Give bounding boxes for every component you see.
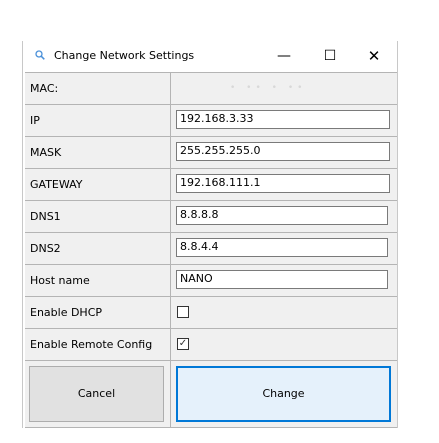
dns2-label: DNS2: [30, 242, 61, 255]
column-divider: [170, 265, 171, 296]
gateway-label: GATEWAY: [30, 178, 83, 191]
dns2-field[interactable]: 8.8.4.4: [176, 238, 388, 257]
hostname-label: Host name: [30, 274, 90, 287]
column-divider: [170, 201, 171, 232]
gateway-field[interactable]: 192.168.111.1: [176, 174, 390, 193]
hostname-row: Host name NANO: [25, 265, 397, 297]
dhcp-row: Enable DHCP: [25, 297, 397, 329]
ip-row: IP 192.168.3.33: [25, 105, 397, 137]
dns1-row: DNS1 8.8.8.8: [25, 201, 397, 233]
gateway-row: GATEWAY 192.168.111.1: [25, 169, 397, 201]
column-divider: [170, 137, 171, 168]
mask-label: MASK: [30, 146, 62, 159]
search-icon: [35, 50, 45, 60]
window-title: Change Network Settings: [54, 49, 195, 62]
maximize-icon[interactable]: ☐: [307, 41, 353, 71]
ip-label: IP: [30, 114, 40, 127]
dns2-row: DNS2 8.8.4.4: [25, 233, 397, 265]
button-row: Cancel Change: [25, 361, 397, 428]
change-button[interactable]: Change: [176, 366, 391, 422]
cancel-button[interactable]: Cancel: [29, 366, 164, 422]
dhcp-checkbox[interactable]: [177, 306, 189, 318]
column-divider: [170, 297, 171, 328]
remote-config-row: Enable Remote Config ✓: [25, 329, 397, 361]
ip-field[interactable]: 192.168.3.33: [176, 110, 390, 129]
close-icon[interactable]: ✕: [351, 41, 397, 71]
column-divider: [170, 329, 171, 360]
title-bar[interactable]: Change Network Settings — ☐ ✕: [23, 41, 397, 71]
mac-value: • •• • ••: [230, 83, 307, 93]
dns1-label: DNS1: [30, 210, 61, 223]
column-divider: [170, 233, 171, 264]
mask-field[interactable]: 255.255.255.0: [176, 142, 390, 161]
settings-grid: MAC: • •• • •• IP 192.168.3.33 MASK 255.…: [25, 72, 397, 428]
remote-config-checkbox[interactable]: ✓: [177, 338, 189, 350]
hostname-field[interactable]: NANO: [176, 270, 388, 289]
column-divider: [170, 361, 171, 427]
minimize-icon[interactable]: —: [261, 41, 307, 71]
remote-config-label: Enable Remote Config: [30, 338, 153, 351]
mac-row: MAC: • •• • ••: [25, 73, 397, 105]
column-divider: [170, 105, 171, 136]
mask-row: MASK 255.255.255.0: [25, 137, 397, 169]
column-divider: [170, 169, 171, 200]
dhcp-label: Enable DHCP: [30, 306, 103, 319]
dns1-field[interactable]: 8.8.8.8: [176, 206, 388, 225]
network-settings-window: Change Network Settings — ☐ ✕ MAC: • •• …: [22, 41, 398, 428]
column-divider: [170, 73, 171, 104]
mac-label: MAC:: [30, 82, 59, 95]
